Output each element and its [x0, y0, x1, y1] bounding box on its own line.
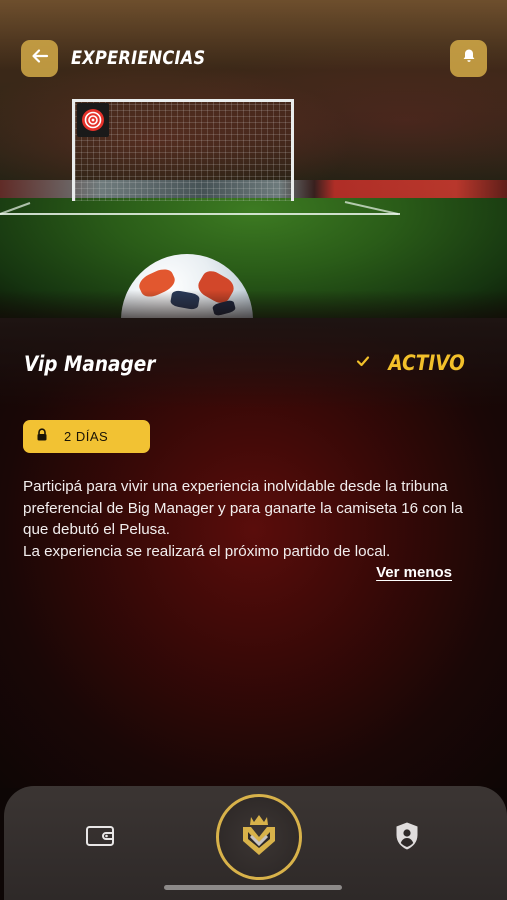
top-bar: EXPERIENCIAS — [0, 0, 507, 120]
experience-description: Participá para vivir una experiencia ino… — [23, 476, 463, 562]
status-label: ACTIVO — [388, 351, 465, 375]
page-title: EXPERIENCIAS — [71, 47, 206, 69]
see-less-link[interactable]: Ver menos — [376, 564, 452, 581]
days-remaining-label: 2 DÍAS — [64, 429, 109, 444]
nav-home-button[interactable] — [216, 794, 302, 880]
days-remaining-badge: 2 DÍAS — [23, 420, 150, 453]
experience-detail: Vip Manager ACTIVO 2 DÍAS Participá para… — [0, 318, 507, 788]
shield-user-icon — [394, 821, 420, 856]
wallet-icon — [85, 824, 115, 853]
arrow-left-icon — [30, 46, 50, 71]
nav-profile-button[interactable] — [390, 821, 424, 855]
nav-wallet-button[interactable] — [80, 822, 120, 854]
lock-icon — [36, 427, 48, 446]
back-button[interactable] — [21, 40, 58, 77]
description-paragraph: La experiencia se realizará el próximo p… — [23, 542, 391, 560]
notifications-button[interactable] — [450, 40, 487, 77]
description-paragraph: Participá para vivir una experiencia ino… — [23, 478, 463, 538]
check-icon — [356, 354, 370, 373]
manager-logo-icon — [237, 811, 281, 864]
bottom-navigation — [4, 786, 507, 900]
status-badge: ACTIVO — [356, 351, 465, 375]
home-indicator — [164, 885, 342, 890]
bell-icon — [461, 48, 477, 69]
experience-title: Vip Manager — [24, 352, 156, 376]
